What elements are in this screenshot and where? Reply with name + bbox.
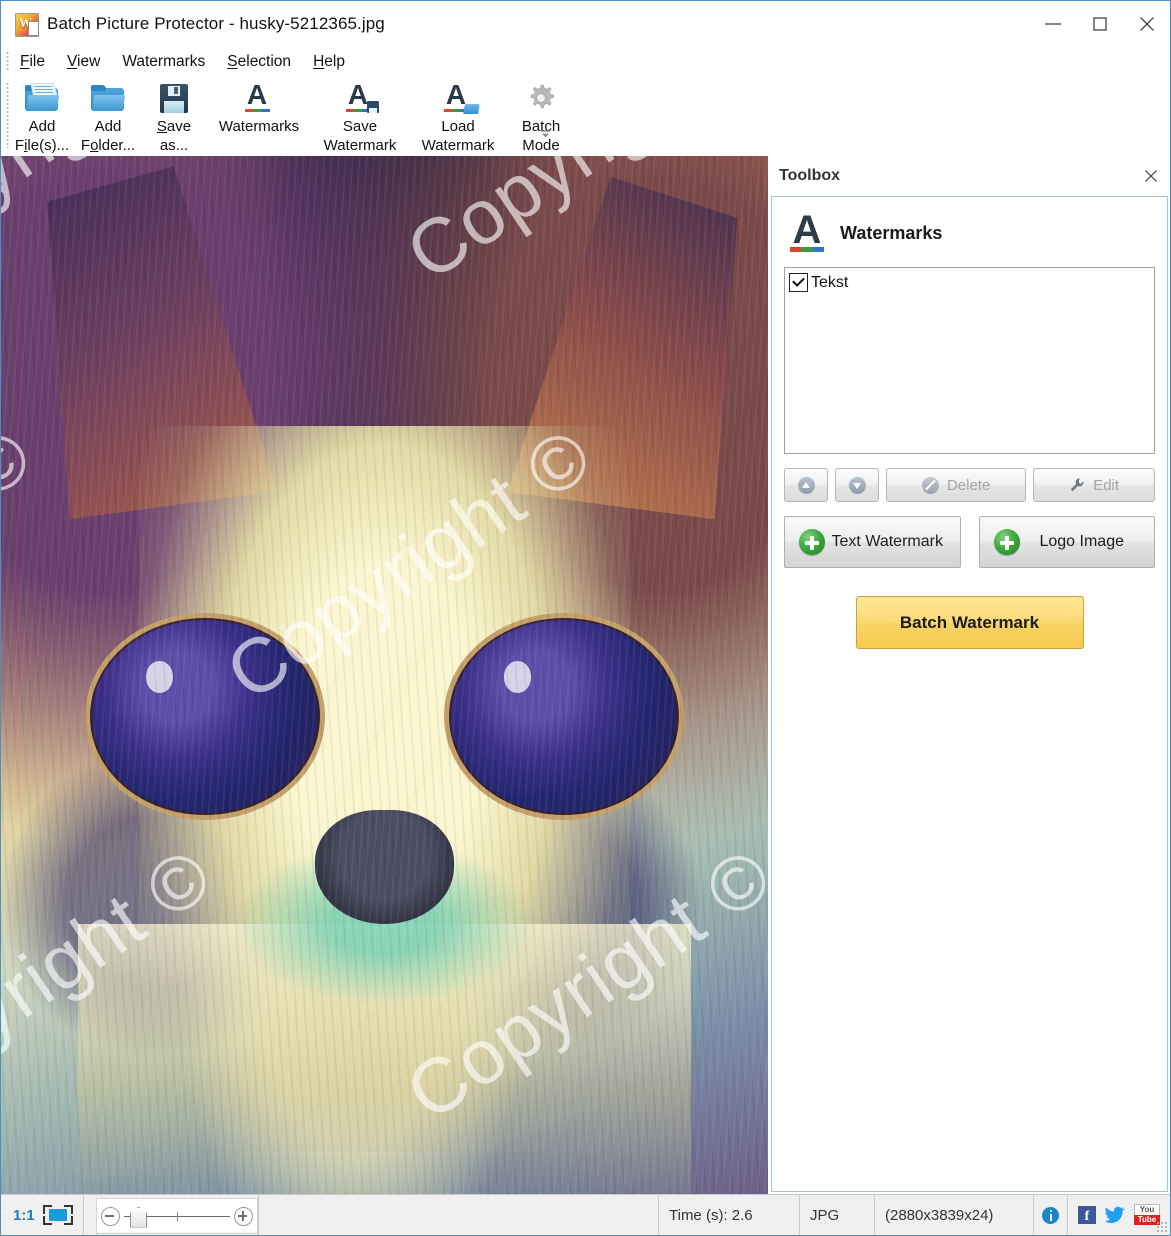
maximize-button[interactable] [1076, 1, 1123, 47]
status-dimensions: (2880x3839x24) [875, 1195, 1034, 1235]
watermarks-list[interactable]: Tekst [784, 267, 1155, 454]
move-down-button[interactable] [835, 468, 879, 502]
plus-circle-icon [994, 529, 1020, 555]
letter-a-load-icon: A [443, 80, 473, 116]
toolbar-label-load-watermark: LoadWatermark [422, 117, 495, 155]
menu-bar: File View Watermarks Selection Help [1, 47, 1170, 76]
logo-image-label: Logo Image [1020, 533, 1155, 551]
list-action-buttons: Delete Edit [784, 468, 1155, 502]
move-up-button[interactable] [784, 468, 828, 502]
edit-button[interactable]: Edit [1033, 468, 1155, 502]
status-bar: 1:1 Time (s): 2.6 JPG (2880x3839x24) [1, 1194, 1170, 1235]
menu-label-selection-rest: election [238, 53, 291, 70]
toolbar-button-watermarks[interactable]: A Watermarks [207, 76, 311, 136]
toolbar-label-add-files: AddFile(s)... [15, 117, 69, 155]
edit-button-label: Edit [1093, 477, 1119, 494]
zoom-slider-tick [177, 1212, 178, 1221]
toolbox-panel: Toolbox A Watermarks [768, 156, 1170, 1194]
social-links: f You Tube [1068, 1195, 1170, 1235]
workspace: Copyright ©Copyright ©Copyright ©Copyrig… [1, 156, 1170, 1194]
arrow-up-circle-icon [798, 477, 815, 494]
zoom-slider[interactable] [96, 1198, 258, 1234]
resize-grip[interactable] [1156, 1221, 1167, 1232]
close-button[interactable] [1123, 1, 1170, 47]
folder-add-folder-icon [91, 80, 125, 116]
add-watermark-buttons: Text Watermark Logo Image [784, 516, 1155, 568]
logo-image-button[interactable]: Logo Image [979, 516, 1156, 568]
menu-item-view[interactable]: View [56, 51, 111, 73]
zoom-in-button[interactable] [234, 1207, 253, 1226]
window-title: Batch Picture Protector - husky-5212365.… [47, 14, 385, 34]
toolbox-header: Toolbox [769, 156, 1170, 196]
text-watermark-button[interactable]: Text Watermark [784, 516, 961, 568]
status-format: JPG [800, 1195, 875, 1235]
facebook-icon[interactable]: f [1078, 1206, 1096, 1224]
toolbox-close-icon[interactable] [1140, 165, 1162, 187]
toolbar-label-save-as: Saveas... [157, 117, 191, 155]
menu-item-file[interactable]: File [9, 51, 56, 73]
plus-circle-icon [799, 529, 825, 555]
toolbar-label-add-folder: AddFolder... [81, 117, 135, 155]
youtube-line1: You [1134, 1204, 1160, 1215]
zoom-slider-track[interactable] [124, 1216, 230, 1217]
letter-a-save-icon: A [345, 80, 375, 116]
folder-add-files-icon [25, 80, 59, 116]
info-icon[interactable] [1042, 1207, 1059, 1224]
app-icon [15, 13, 37, 35]
letter-a-watermark-icon: A [244, 80, 274, 116]
wrench-icon [1069, 477, 1085, 493]
menu-item-help[interactable]: Help [302, 51, 356, 73]
letter-a-watermark-icon: A [788, 213, 826, 253]
preview-image [1, 156, 768, 1194]
list-item[interactable]: Tekst [785, 271, 1154, 294]
fit-to-window-icon[interactable] [43, 1205, 73, 1225]
text-watermark-label: Text Watermark [825, 533, 960, 551]
zoom-ratio-label: 1:1 [1, 1207, 43, 1224]
toolbar-button-save-watermark[interactable]: A SaveWatermark [311, 76, 409, 155]
minimize-button[interactable] [1029, 1, 1076, 47]
toolbox-title: Toolbox [779, 167, 1140, 185]
watermarks-section-header: A Watermarks [788, 213, 1155, 253]
toolbar-label-watermarks: Watermarks [219, 117, 299, 136]
application-window: Batch Picture Protector - husky-5212365.… [0, 0, 1171, 1236]
toolbar-button-add-folder[interactable]: AddFolder... [75, 76, 141, 155]
toolbar-label-save-watermark: SaveWatermark [324, 117, 397, 155]
toolbar-button-batch-mode[interactable]: BatchMode [507, 76, 575, 155]
window-controls [1029, 1, 1170, 47]
toolbar: AddFile(s)... AddFolder... Saveas... A W… [1, 76, 1170, 156]
watermark-name: Tekst [811, 274, 848, 292]
status-info-cell [1034, 1195, 1068, 1235]
floppy-save-icon [160, 80, 188, 116]
zoom-out-button[interactable] [101, 1207, 120, 1226]
menu-label-view-rest: iew [77, 53, 100, 70]
status-time: Time (s): 2.6 [659, 1195, 800, 1235]
menu-item-selection[interactable]: Selection [216, 51, 302, 73]
status-spacer [259, 1195, 659, 1235]
watermarks-section-title: Watermarks [840, 223, 942, 244]
image-canvas[interactable]: Copyright ©Copyright ©Copyright ©Copyrig… [1, 156, 768, 1194]
zoom-slider-thumb[interactable] [130, 1207, 147, 1228]
batch-watermark-button[interactable]: Batch Watermark [856, 596, 1084, 649]
delete-ban-icon [922, 477, 939, 494]
menu-label-file-rest: ile [29, 53, 45, 70]
toolbar-overflow-chevron-down-icon[interactable] [537, 126, 553, 142]
gear-icon [526, 80, 556, 116]
toolbar-button-add-files[interactable]: AddFile(s)... [9, 76, 75, 155]
batch-watermark-row: Batch Watermark [784, 596, 1155, 649]
menu-item-watermarks[interactable]: Watermarks [111, 51, 216, 73]
toolbar-button-load-watermark[interactable]: A LoadWatermark [409, 76, 507, 155]
menu-label-help-rest: elp [324, 53, 345, 70]
delete-button-label: Delete [947, 477, 990, 494]
arrow-down-circle-icon [849, 477, 866, 494]
watermark-checkbox[interactable] [789, 273, 808, 292]
toolbar-button-save-as[interactable]: Saveas... [141, 76, 207, 155]
delete-button[interactable]: Delete [886, 468, 1026, 502]
twitter-icon[interactable] [1105, 1206, 1125, 1224]
toolbox-content: A Watermarks Tekst [771, 196, 1168, 1192]
title-bar: Batch Picture Protector - husky-5212365.… [1, 1, 1170, 47]
